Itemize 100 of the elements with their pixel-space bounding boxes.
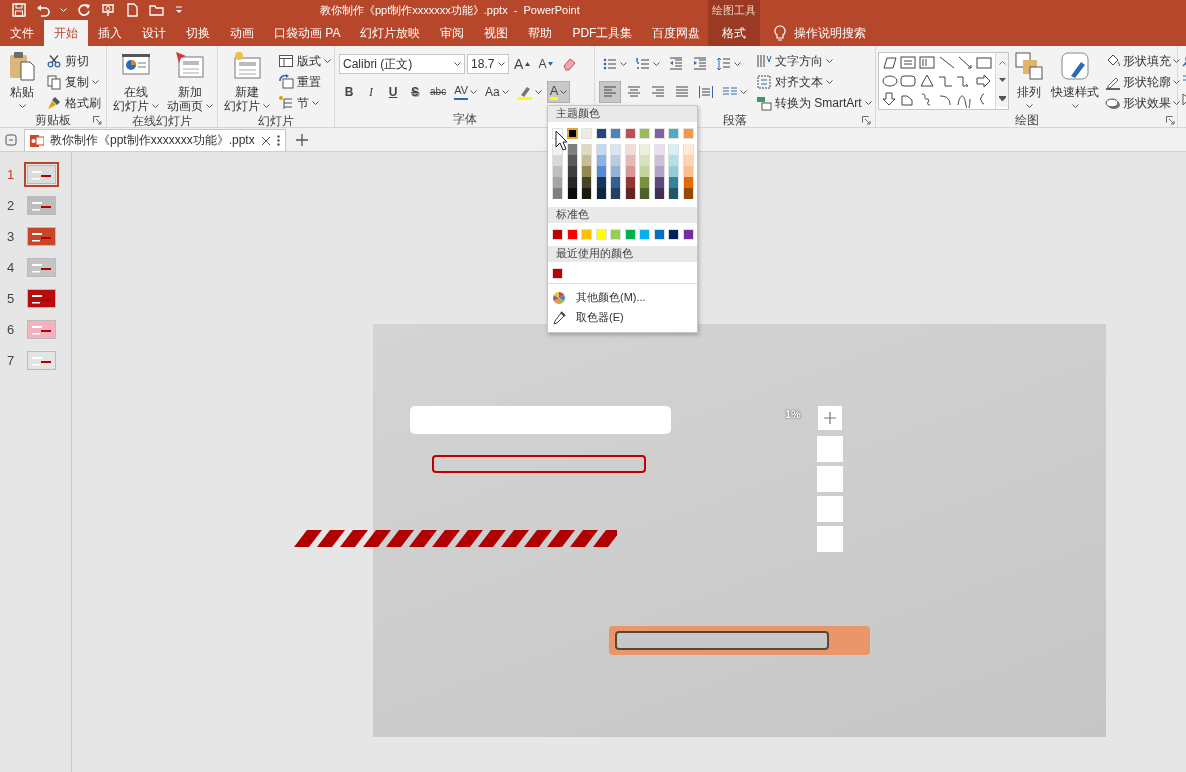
slide-thumbnail[interactable] — [27, 258, 56, 277]
reset-icon — [277, 74, 294, 90]
ribbon-tab[interactable]: 设计 — [132, 20, 176, 46]
ribbon-tab[interactable]: 插入 — [88, 20, 132, 46]
format-button[interactable]: abc — [427, 81, 450, 103]
font-size-field[interactable]: 18.7 — [467, 54, 510, 74]
ribbon-button[interactable]: 快速样式 — [1049, 49, 1102, 109]
menu-item[interactable]: 取色器(E) — [548, 308, 697, 328]
ribbon-button[interactable]: 形状效果 — [1103, 93, 1183, 113]
shape-gallery-drawing[interactable] — [880, 54, 995, 108]
group-label: 幻灯片 — [257, 114, 294, 129]
presentation-icon[interactable] — [101, 3, 115, 17]
save-icon[interactable] — [12, 3, 26, 17]
search-hint[interactable]: 操作说明搜索 — [794, 25, 866, 41]
ribbon-button[interactable]: 转换为 SmartArt — [754, 93, 874, 113]
dialog-launcher-icon[interactable] — [862, 115, 872, 125]
eraser-icon — [561, 56, 578, 72]
menu-header: 最近使用的颜色 — [548, 246, 697, 262]
square-shape — [817, 526, 843, 552]
format-button[interactable]: A — [511, 53, 534, 75]
ribbon-tab[interactable]: 幻灯片放映 — [350, 20, 431, 46]
group-label: 剪贴板 — [35, 113, 71, 128]
ribbon-button[interactable]: 版式 — [275, 51, 333, 71]
close-icon[interactable] — [260, 135, 271, 146]
indent-icon — [692, 56, 709, 72]
customize-icon[interactable] — [175, 6, 183, 14]
ribbon-tab[interactable]: 百度网盘 — [642, 20, 711, 46]
slide-thumbnail[interactable] — [27, 351, 56, 370]
ribbon-button[interactable]: 节 — [275, 93, 333, 113]
ribbon-tab[interactable]: 口袋动画 PA — [264, 20, 351, 46]
ribbon-button[interactable]: 剪切 — [44, 51, 103, 71]
ribbon-button[interactable]: 文字方向 — [754, 51, 874, 71]
section-icon — [277, 95, 294, 111]
align-left-icon — [602, 84, 619, 100]
slide-thumbnail[interactable] — [27, 227, 56, 246]
slide-thumbnail[interactable] — [27, 165, 56, 184]
outdent-icon — [668, 56, 685, 72]
ribbon-button[interactable]: 形状轮廓 — [1103, 72, 1183, 92]
ribbon-button[interactable]: 格式刷 — [44, 93, 103, 113]
format-button[interactable]: A — [546, 81, 571, 103]
quick-styles-icon — [1059, 50, 1092, 82]
ribbon-tab[interactable]: 格式 — [708, 20, 760, 46]
ribbon-tab[interactable]: 视图 — [474, 20, 519, 46]
lightbulb-icon — [774, 25, 786, 41]
slide-thumbnail[interactable] — [27, 320, 56, 339]
smartart-icon — [756, 95, 773, 111]
folder-icon[interactable] — [149, 3, 165, 17]
scroll-down-icon — [998, 77, 1006, 83]
distribute-icon — [698, 84, 715, 100]
format-button[interactable]: Aa — [482, 81, 512, 103]
ribbon-tab[interactable]: PDF工具集 — [562, 20, 643, 46]
menu-item[interactable]: 其他颜色(M)... — [548, 288, 697, 308]
layout-icon — [277, 53, 294, 69]
format-button[interactable]: S — [405, 81, 426, 103]
format-button[interactable]: A — [535, 53, 557, 75]
color-swatch[interactable] — [566, 128, 578, 139]
font-name-field[interactable]: Calibri (正文) — [339, 54, 466, 74]
caret-icon — [60, 8, 67, 12]
expand-icon — [998, 95, 1006, 101]
format-button[interactable]: I — [361, 81, 382, 103]
ribbon-tab[interactable]: 审阅 — [430, 20, 475, 46]
ribbon-button[interactable]: 形状填充 — [1103, 51, 1183, 71]
slide-thumbnail[interactable] — [27, 289, 56, 308]
sync-icon[interactable] — [4, 133, 18, 147]
percent-label: 1% — [785, 408, 801, 422]
ribbon-tab[interactable]: 动画 — [220, 20, 264, 46]
ribbon-button[interactable]: 重置 — [275, 72, 333, 92]
icon-button[interactable] — [599, 81, 622, 103]
ribbon-tab[interactable]: 切换 — [176, 20, 220, 46]
ribbon-button[interactable]: 新加 动画页 — [165, 49, 215, 114]
scroll-up-icon — [998, 59, 1006, 65]
undo-icon[interactable] — [36, 3, 50, 17]
ribbon-button[interactable]: 新建 幻灯片 — [221, 49, 272, 114]
caret-icon — [498, 62, 506, 66]
ribbon-button[interactable]: 对齐文本 — [754, 72, 874, 92]
menu-header: 主题颜色 — [548, 106, 697, 122]
slide-thumbnail[interactable] — [27, 196, 56, 215]
ribbon-button[interactable]: 复制 — [44, 72, 103, 92]
new-file-icon[interactable] — [125, 3, 139, 17]
ribbon-tab[interactable]: 文件 — [0, 20, 44, 46]
ribbon-button[interactable]: 排列 — [1011, 49, 1048, 109]
slide-number: 4 — [7, 259, 16, 276]
ribbon-tab[interactable]: 帮助 — [518, 20, 563, 46]
document-tab[interactable]: 教你制作《ppt制作xxxxxxx功能》.pptx — [24, 129, 286, 151]
dialog-launcher-icon[interactable] — [1166, 115, 1175, 125]
plus-icon — [824, 412, 836, 424]
add-icon[interactable] — [295, 134, 308, 146]
square-shape — [817, 466, 843, 492]
format-button[interactable]: B — [339, 81, 360, 103]
slide-number: 2 — [7, 197, 16, 214]
ribbon-tab[interactable]: 开始 — [44, 20, 88, 46]
ribbon-button[interactable]: 在线 幻灯片 — [111, 49, 161, 114]
context-tools-label: 绘图工具 — [708, 0, 760, 20]
redo-icon[interactable] — [77, 3, 91, 17]
gallery-scroll-button[interactable] — [996, 89, 1009, 107]
dialog-launcher-icon[interactable] — [93, 115, 102, 125]
ribbon-button[interactable]: 粘贴 — [4, 49, 40, 109]
format-button[interactable]: AV — [451, 81, 480, 103]
format-button[interactable]: U — [383, 81, 404, 103]
more-icon[interactable] — [276, 135, 280, 146]
